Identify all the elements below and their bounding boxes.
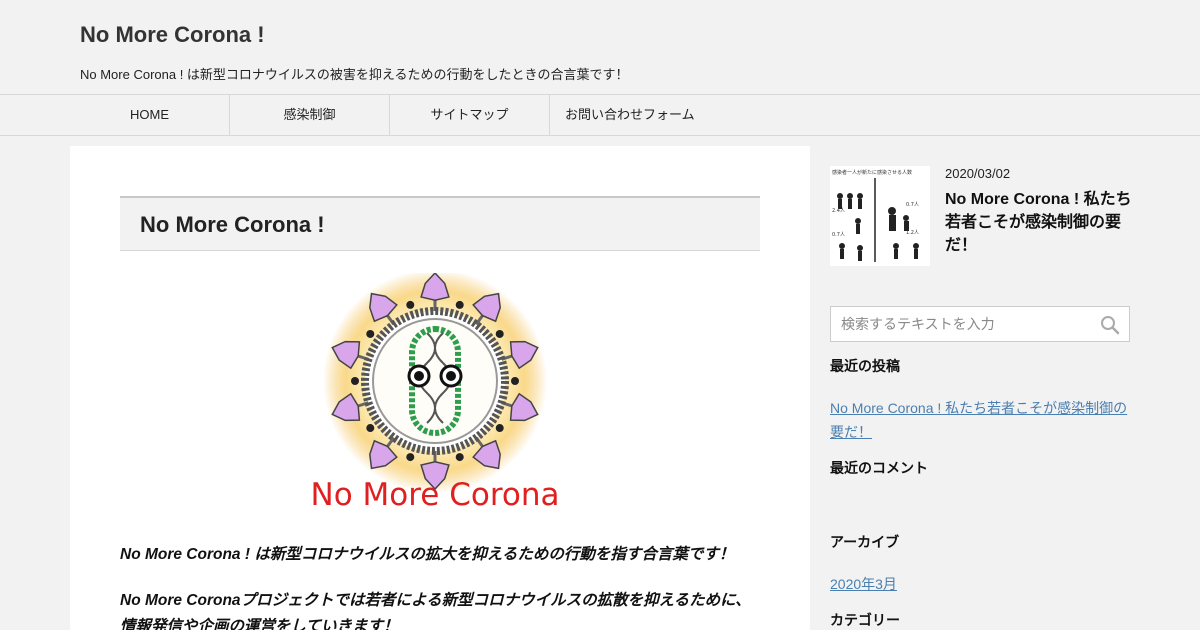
search-icon[interactable]	[1099, 314, 1121, 336]
logo-text: No More Corona	[311, 477, 560, 513]
main-navigation: HOME 感染制御 サイトマップ お問い合わせフォーム	[0, 94, 1200, 136]
site-title[interactable]: No More Corona !	[80, 22, 265, 48]
infection-diagram-thumbnail: 感染者一人が新たに感染させる人数 2.4人 0.7人 0.7人 1.2人	[830, 166, 930, 266]
virus-dot	[455, 453, 464, 462]
no-more-corona-logo: No More Corona	[275, 269, 605, 518]
svg-text:2.4人: 2.4人	[832, 208, 845, 214]
main-content: No More Corona ! No More Corona No More …	[70, 146, 810, 630]
virus-dot	[455, 300, 464, 309]
post-title-box: No More Corona !	[120, 196, 760, 251]
site-description: No More Corona ! は新型コロナウイルスの被害を抑えるための行動を…	[80, 67, 629, 82]
site-header: No More Corona ! No More Corona ! は新型コロナ…	[0, 0, 1200, 94]
search-box	[830, 306, 1130, 342]
virus-dot	[351, 377, 359, 385]
svg-text:1.2人: 1.2人	[906, 230, 919, 236]
virus-illustration: No More Corona	[311, 269, 560, 513]
svg-text:0.7人: 0.7人	[832, 232, 845, 238]
recent-post-link[interactable]: No More Corona ! 私たち若者こそが感染制御の要だ！	[830, 396, 1130, 444]
virus-dot	[511, 377, 519, 385]
post-title: No More Corona !	[140, 212, 325, 237]
post-paragraph-intro: No More Corona ! は新型コロナウイルスの拡大を抑えるための行動を…	[120, 546, 735, 563]
virus-dot	[366, 424, 375, 433]
nav-item-sitemap[interactable]: サイトマップ	[390, 95, 550, 135]
virus-dot	[495, 329, 504, 338]
categories-heading: カテゴリー	[830, 612, 900, 628]
archive-link-2020-03[interactable]: 2020年3月	[830, 572, 1130, 596]
nav-item-infection-control[interactable]: 感染制御	[230, 95, 390, 135]
post-paragraph-project: No More Coronaプロジェクトでは若者による新型コロナウイルスの拡散を…	[120, 592, 751, 630]
sidebar: 感染者一人が新たに感染させる人数 2.4人 0.7人 0.7人 1.2人 202…	[830, 146, 1132, 630]
virus-dot	[495, 424, 504, 433]
virus-dot	[406, 300, 415, 309]
search-input[interactable]	[831, 307, 1091, 341]
virus-dot	[366, 329, 375, 338]
recent-comments-heading: 最近のコメント	[830, 460, 928, 476]
nav-item-contact-form[interactable]: お問い合わせフォーム	[550, 95, 750, 135]
nav-item-home[interactable]: HOME	[70, 95, 230, 135]
svg-text:感染者一人が新たに感染させる人数: 感染者一人が新たに感染させる人数	[832, 169, 912, 176]
featured-post-title[interactable]: No More Corona ! 私たち若者こそが感染制御の要だ！	[945, 188, 1135, 257]
featured-post-date: 2020/03/02	[945, 166, 1011, 181]
featured-post-thumbnail[interactable]: 感染者一人が新たに感染させる人数 2.4人 0.7人 0.7人 1.2人	[830, 166, 930, 266]
virus-dot	[406, 453, 415, 462]
archives-heading: アーカイブ	[830, 534, 900, 550]
svg-text:0.7人: 0.7人	[906, 202, 919, 208]
recent-posts-heading: 最近の投稿	[830, 358, 900, 374]
